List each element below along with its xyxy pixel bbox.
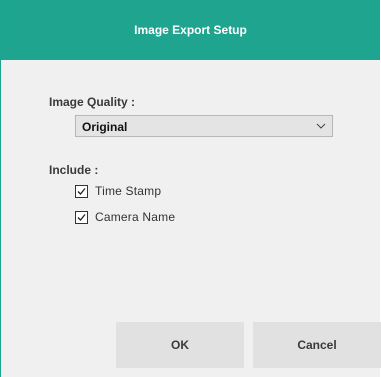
time-stamp-option[interactable]: Time Stamp <box>75 183 161 199</box>
camera-name-label: Camera Name <box>95 210 176 224</box>
dialog-title: Image Export Setup <box>134 23 247 37</box>
chevron-down-icon <box>316 123 326 129</box>
cancel-button[interactable]: Cancel <box>253 322 381 368</box>
checkmark-icon <box>77 187 86 195</box>
image-export-setup-dialog: Image Export Setup Image Quality : Origi… <box>0 0 381 377</box>
time-stamp-checkbox[interactable] <box>75 184 88 198</box>
time-stamp-label: Time Stamp <box>95 184 162 198</box>
include-label: Include : <box>49 163 99 177</box>
checkmark-icon <box>77 213 86 221</box>
image-quality-value: Original <box>82 120 128 134</box>
camera-name-checkbox[interactable] <box>75 210 88 224</box>
title-bar: Image Export Setup <box>1 0 380 60</box>
image-quality-select[interactable]: Original <box>75 115 333 137</box>
image-quality-label: Image Quality : <box>49 95 136 109</box>
ok-button[interactable]: OK <box>116 322 244 368</box>
camera-name-option[interactable]: Camera Name <box>75 209 175 225</box>
